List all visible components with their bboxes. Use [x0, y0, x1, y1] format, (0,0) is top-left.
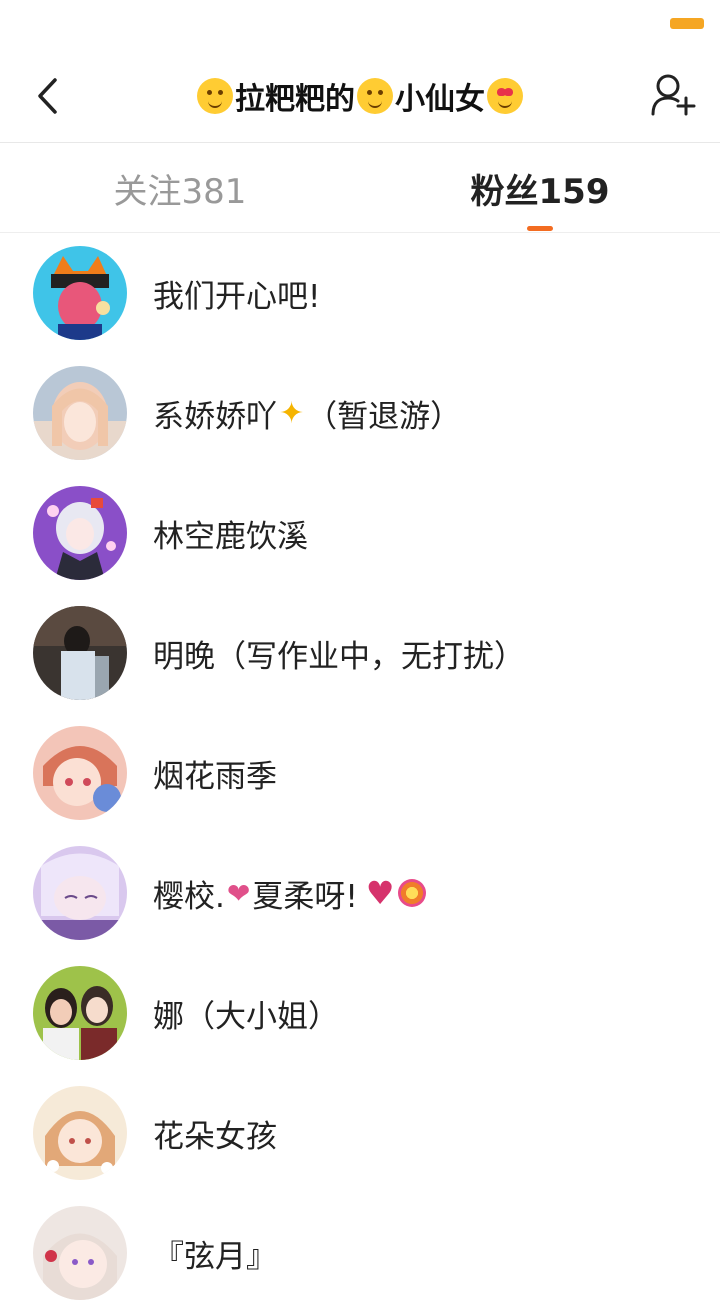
add-friend-button[interactable] [648, 70, 698, 120]
fans-list: 我们开心吧! 系娇娇吖 ✦ （暂退游） 林空鹿饮溪 明晚（写作业中，无打扰） 烟… [0, 233, 720, 1313]
page-title: 拉粑粑的 小仙女 [120, 48, 600, 143]
fan-name: 林空鹿饮溪 [153, 518, 308, 555]
list-item[interactable]: 系娇娇吖 ✦ （暂退游） [0, 353, 720, 473]
fan-name: 娜（大小姐） [153, 998, 339, 1035]
list-item[interactable]: 林空鹿饮溪 [0, 473, 720, 593]
add-user-icon [651, 74, 696, 116]
fan-name: 樱校. ❤ 夏柔呀! ♥ [153, 833, 427, 953]
sparkles-emoji-icon: ✦ [279, 395, 305, 431]
kiss-heart-emoji-icon [357, 77, 393, 114]
status-bar [0, 0, 720, 48]
avatar [33, 1086, 127, 1180]
avatar [33, 1206, 127, 1300]
avatar [33, 366, 127, 460]
tab-bar: 关注381 粉丝159 [0, 143, 720, 233]
active-tab-indicator [527, 226, 553, 231]
battery-icon [670, 18, 704, 29]
fan-name: 『弦月』 [153, 1238, 277, 1275]
avatar [33, 606, 127, 700]
avatar [33, 846, 127, 940]
list-item[interactable]: 娜（大小姐） [0, 953, 720, 1073]
top-bar: 拉粑粑的 小仙女 [0, 48, 720, 143]
list-item[interactable]: 我们开心吧! [0, 233, 720, 353]
fan-name-part1: 系娇娇吖 [153, 398, 277, 435]
avatar [33, 966, 127, 1060]
sparkling-heart-emoji-icon: ♥ [365, 874, 395, 912]
list-item[interactable]: 『弦月』 [0, 1193, 720, 1313]
avatar [33, 726, 127, 820]
fan-name: 花朵女孩 [153, 1118, 277, 1155]
chevron-left-icon [38, 78, 57, 114]
title-text-part1: 拉粑粑的 [235, 81, 355, 117]
fan-name-part2: 夏柔呀! [252, 878, 358, 915]
tab-fans[interactable]: 粉丝159 [360, 143, 720, 233]
two-hearts-emoji-icon: ❤ [226, 876, 251, 910]
fan-name-part1: 樱校. [153, 878, 225, 915]
fan-name-part2: （暂退游） [306, 398, 462, 435]
fan-name: 我们开心吧! [153, 278, 321, 315]
fan-name: 系娇娇吖 ✦ （暂退游） [153, 353, 461, 473]
smirk-emoji-icon [197, 77, 233, 114]
heart-eyes-emoji-icon [487, 77, 523, 114]
fan-name: 明晚（写作业中，无打扰） [153, 638, 525, 675]
list-item[interactable]: 樱校. ❤ 夏柔呀! ♥ [0, 833, 720, 953]
fan-name: 烟花雨季 [153, 758, 277, 795]
list-item[interactable]: 明晚（写作业中，无打扰） [0, 593, 720, 713]
title-text-part2: 小仙女 [395, 81, 485, 117]
avatar [33, 486, 127, 580]
tab-following[interactable]: 关注381 [0, 143, 360, 233]
avatar [33, 246, 127, 340]
list-item[interactable]: 花朵女孩 [0, 1073, 720, 1193]
back-button[interactable] [26, 74, 70, 118]
lollipop-emoji-icon [398, 879, 427, 907]
list-item[interactable]: 烟花雨季 [0, 713, 720, 833]
